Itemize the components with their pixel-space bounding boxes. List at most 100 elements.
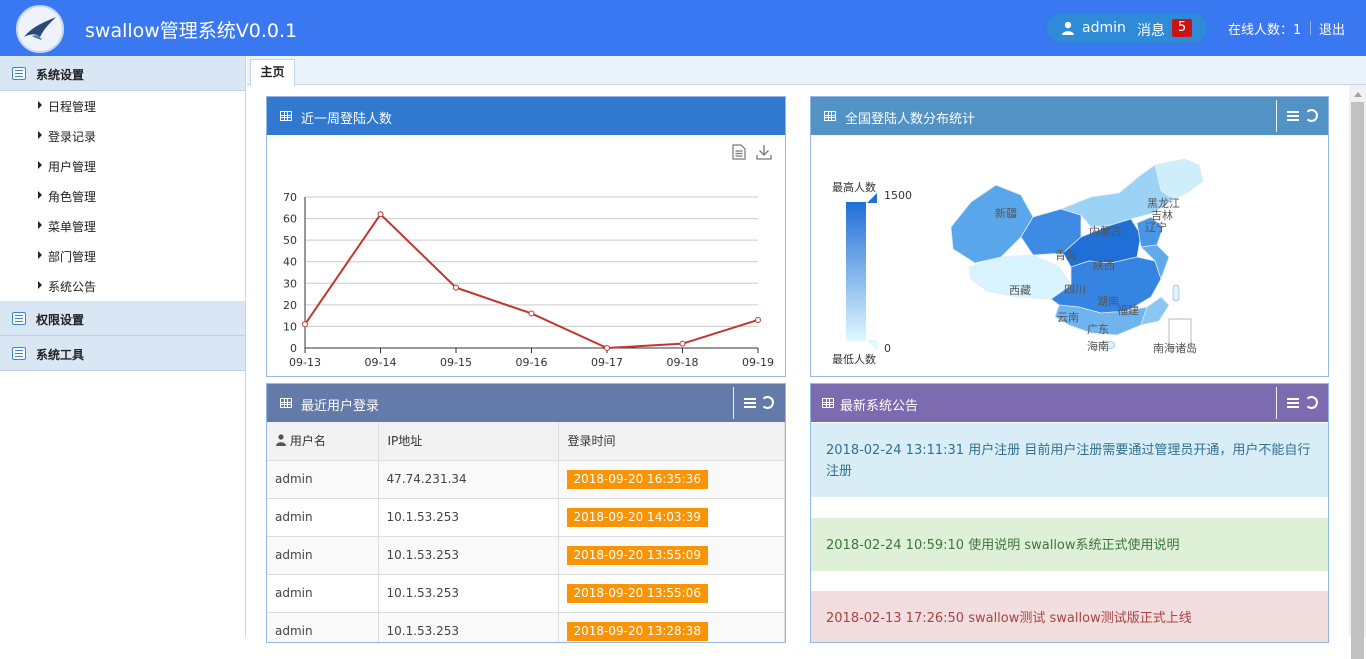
list-icon[interactable] (744, 396, 756, 409)
table-row[interactable]: admin 10.1.53.253 2018-09-20 13:55:06 (267, 574, 785, 613)
map-label: 青海 (1055, 249, 1077, 262)
table-icon (280, 398, 292, 408)
column-header-ip[interactable]: IP地址 (378, 422, 559, 461)
map-label: 西藏 (1009, 284, 1031, 297)
menu-group-label: 系统设置 (36, 68, 85, 82)
panel-recent-logins: 最近用户登录 用户名 IP地址 登录时间 admin 47.74.231.34 … (266, 383, 786, 643)
table-icon (280, 111, 292, 121)
series-line (304, 212, 759, 350)
menu-group-system-tools[interactable]: 系统工具 (0, 336, 245, 371)
header-divider (1276, 100, 1277, 132)
scrollbar-thumb[interactable] (1351, 102, 1364, 659)
caret-right-icon (38, 131, 42, 139)
column-header-label: 用户名 (289, 434, 326, 449)
refresh-icon[interactable] (1305, 109, 1318, 122)
panel-announcements: 最新系统公告 2018-02-24 13:11:31 用户注册 目前用户注册需要… (810, 383, 1329, 643)
x-tick-label: 09-17 (591, 356, 623, 369)
range-handle-top[interactable] (867, 193, 877, 203)
y-tick-label: 50 (283, 234, 297, 247)
logout-link[interactable]: 退出 (1319, 19, 1345, 38)
panel-title: 最近用户登录 (301, 399, 380, 414)
y-tick-label: 30 (283, 277, 297, 290)
header-divider (1310, 21, 1311, 35)
login-time-badge: 2018-09-20 13:28:38 (566, 621, 708, 641)
swallow-icon (24, 17, 56, 40)
refresh-icon[interactable] (761, 396, 774, 409)
vertical-scrollbar[interactable] (1349, 85, 1366, 659)
sidebar: 系统设置 日程管理 登录记录 用户管理 角色管理 菜单管理 部门管理 系统公告 … (0, 56, 246, 637)
x-tick-label: 09-19 (742, 356, 774, 369)
column-header-time[interactable]: 登录时间 (558, 422, 785, 461)
table-icon (822, 398, 834, 408)
data-point (453, 284, 459, 291)
menu-group-permissions[interactable]: 权限设置 (0, 301, 245, 336)
panel-login-map: 全国登陆人数分布统计 最高人数 1500 0 最低人数 新疆 西藏 黑龙江 吉林… (810, 96, 1329, 377)
map-label: 新疆 (995, 207, 1017, 220)
user-menu[interactable]: admin 消息 5 (1047, 13, 1207, 43)
x-tick-label: 09-15 (440, 356, 472, 369)
list-icon[interactable] (1287, 109, 1299, 122)
recent-logins-table: 用户名 IP地址 登录时间 admin 47.74.231.34 2018-09… (267, 422, 785, 642)
menu-group-label: 权限设置 (36, 313, 85, 327)
y-tick-label: 70 (283, 191, 297, 204)
data-point (302, 321, 308, 328)
messages-link[interactable]: 消息 (1137, 20, 1165, 40)
panel-header: 最新系统公告 (811, 384, 1328, 422)
tab-home[interactable]: 主页 (250, 59, 295, 86)
y-tick-label: 0 (290, 342, 297, 355)
refresh-icon[interactable] (1305, 396, 1318, 409)
tab-strip: 主页 (247, 56, 1366, 86)
y-tick-label: 10 (283, 320, 297, 333)
login-time-badge: 2018-09-20 14:03:39 (566, 507, 708, 527)
range-handle-bottom[interactable] (867, 340, 877, 350)
table-icon (824, 111, 836, 121)
sidebar-item-label: 日程管理 (48, 100, 97, 114)
legend-min-label: 最低人数 (832, 353, 876, 366)
table-row[interactable]: admin 47.74.231.34 2018-09-20 16:35:36 (267, 460, 785, 499)
scroll-up-arrow-icon[interactable] (1354, 92, 1362, 97)
weekly-logins-line-chart: 0 10 20 30 40 50 60 70 09-13 09-14 09-15 09-16 09-17… (283, 191, 774, 369)
x-tick-label: 09-13 (289, 356, 321, 369)
app-title: swallow管理系统V0.0.1 (85, 20, 298, 42)
x-tick-label: 09-16 (516, 356, 548, 369)
table-row[interactable]: admin 10.1.53.253 2018-09-20 13:55:09 (267, 536, 785, 575)
table-row[interactable]: admin 10.1.53.253 2018-09-20 13:28:38 (267, 612, 785, 642)
column-header-user[interactable]: 用户名 (267, 422, 379, 461)
x-tick-label: 09-14 (365, 356, 397, 369)
map-region-xinjiang (950, 184, 1034, 264)
panel-title: 近一周登陆人数 (301, 112, 393, 127)
user-icon (276, 434, 286, 447)
header-divider (1276, 387, 1277, 419)
y-tick-label: 40 (283, 256, 297, 269)
panel-weekly-logins: 近一周登陆人数 0 10 20 30 40 50 60 70 09-13 09-14 09-15 09… (266, 96, 786, 377)
login-time-badge: 2018-09-20 16:35:36 (566, 469, 708, 489)
cell-user: admin (267, 460, 379, 499)
map-label: 南海诸岛 (1153, 342, 1197, 355)
x-tick-label: 09-18 (667, 356, 699, 369)
username: admin (1082, 20, 1126, 36)
cell-ip: 10.1.53.253 (378, 498, 559, 537)
map-label: 云南 (1057, 311, 1079, 324)
announcement-item[interactable]: 2018-02-13 17:26:50 swallow测试 swallow测试版… (811, 590, 1328, 642)
cell-user: admin (267, 612, 379, 642)
menu-group-label: 系统工具 (36, 348, 85, 362)
map-label: 海南 (1087, 340, 1109, 353)
login-time-badge: 2018-09-20 13:55:06 (566, 583, 708, 603)
list-icon (12, 347, 26, 360)
cell-user: admin (267, 574, 379, 613)
sidebar-item-label: 部门管理 (48, 250, 97, 264)
announcement-item[interactable]: 2018-02-24 10:59:10 使用说明 swallow系统正式使用说明 (811, 517, 1328, 571)
visual-map-gradient[interactable] (846, 202, 866, 341)
cell-ip: 10.1.53.253 (378, 536, 559, 575)
cell-user: admin (267, 498, 379, 537)
panel-title: 最新系统公告 (840, 399, 919, 414)
cell-ip: 47.74.231.34 (378, 460, 559, 499)
table-row[interactable]: admin 10.1.53.253 2018-09-20 14:03:39 (267, 498, 785, 537)
panel-header: 近一周登陆人数 (267, 97, 785, 135)
message-count-badge: 5 (1172, 19, 1192, 37)
cell-time: 2018-09-20 13:55:06 (558, 574, 785, 613)
announcement-item[interactable]: 2018-02-24 13:11:31 用户注册 目前用户注册需要通过管理员开通… (811, 422, 1328, 497)
legend-max-value: 1500 (884, 189, 912, 202)
list-icon[interactable] (1287, 396, 1299, 409)
menu-group-system-settings[interactable]: 系统设置 (0, 56, 245, 91)
